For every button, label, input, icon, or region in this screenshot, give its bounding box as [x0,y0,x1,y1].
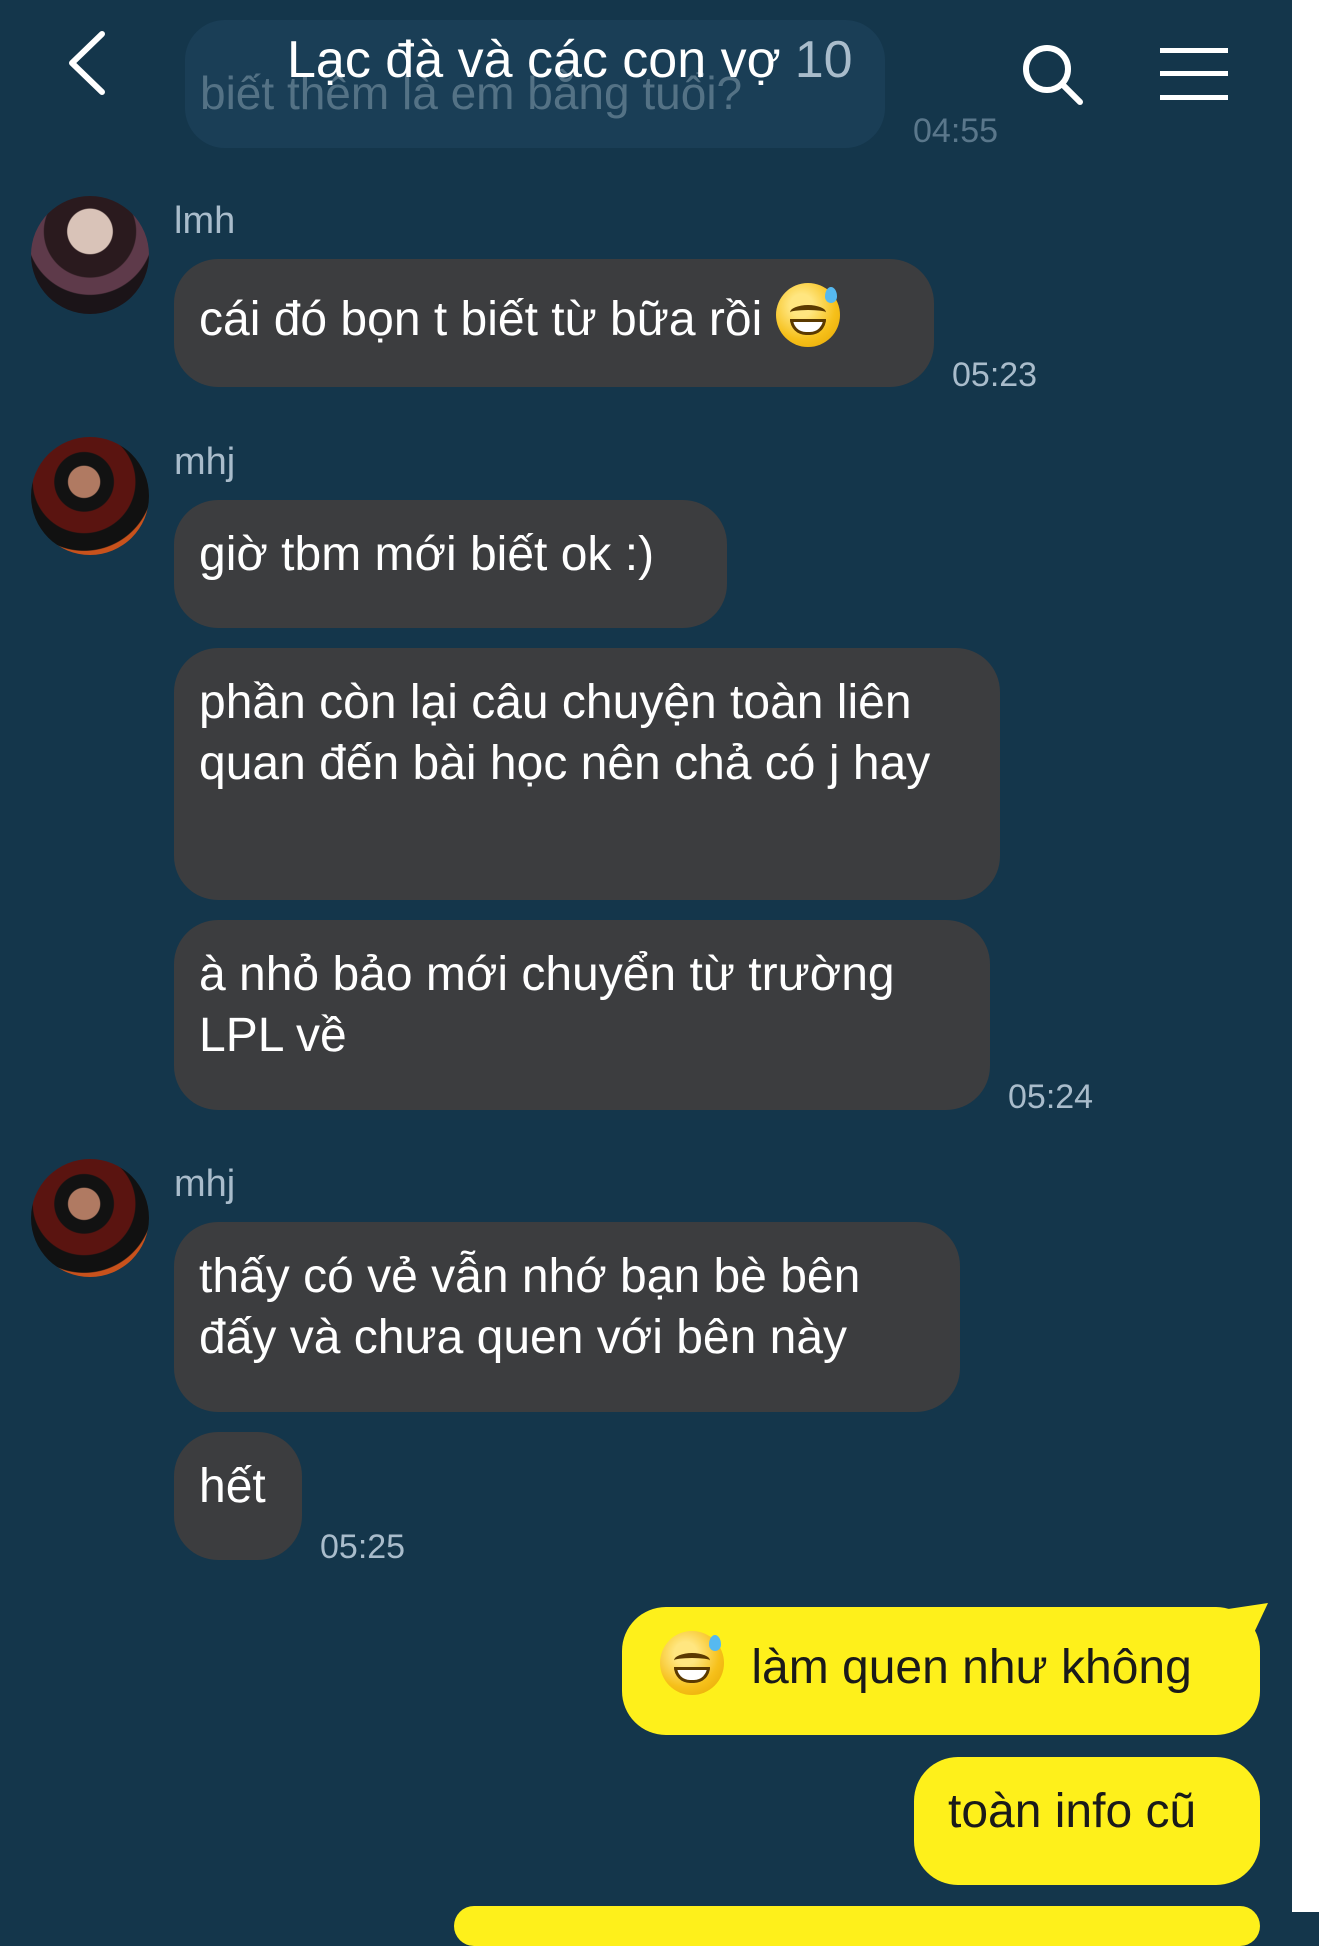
avatar-mhj[interactable] [31,1159,149,1277]
menu-button[interactable] [1158,46,1230,102]
screen-edge [1292,0,1319,1912]
chevron-left-icon [69,31,105,95]
message-time: 05:25 [320,1528,406,1566]
sender-name: lmh [174,200,236,242]
my-message-bubble[interactable]: toàn info cũ [914,1757,1260,1885]
search-icon [1023,45,1083,105]
message-bubble[interactable]: hết [174,1432,302,1560]
sender-name: mhj [174,1163,236,1205]
message-bubble[interactable]: cái đó bọn t biết từ bữa rồi [174,259,934,387]
chat-title-text: Lạc đà và các con vợ [287,31,781,89]
chat-header: biết thêm là em bằng tuổi? 04:55 Lạc đà … [0,0,1292,150]
message-text: làm quen như không [751,1641,1192,1694]
search-button[interactable] [1020,42,1086,108]
avatar-lmh[interactable] [31,196,149,314]
scrolled-message-time: 04:55 [913,112,999,150]
hamburger-menu-icon [1160,48,1228,100]
message-bubble[interactable]: phần còn lại câu chuyện toàn liên quan đ… [174,648,1000,900]
message-text: toàn info cũ [948,1785,1197,1838]
my-message-bubble[interactable]: làm quen như không [622,1607,1260,1735]
message-text: à nhỏ bảo mới chuyển từ trường LPL về [199,948,895,1062]
my-message-bubble-partial[interactable] [454,1906,1260,1946]
sender-name: mhj [174,441,236,483]
message-bubble[interactable]: à nhỏ bảo mới chuyển từ trường LPL về [174,920,990,1110]
message-bubble[interactable]: thấy có vẻ vẫn nhớ bạn bè bên đấy và chư… [174,1222,960,1412]
grinning-sweat-emoji-icon [775,283,840,347]
chat-title: Lạc đà và các con vợ 10 [287,30,853,90]
message-time: 05:24 [1008,1078,1094,1116]
message-text: cái đó bọn t biết từ bữa rồi [199,293,763,346]
message-text: hết [199,1460,266,1513]
member-count: 10 [794,31,853,89]
message-text: phần còn lại câu chuyện toàn liên quan đ… [199,676,931,790]
back-button[interactable] [60,28,120,98]
message-bubble[interactable]: giờ tbm mới biết ok :) [174,500,727,628]
bubble-tail [1228,1603,1268,1637]
avatar-mhj[interactable] [31,437,149,555]
grinning-sweat-emoji-icon [660,1631,724,1695]
message-text: thấy có vẻ vẫn nhớ bạn bè bên đấy và chư… [199,1250,861,1364]
message-time: 05:23 [952,356,1038,394]
message-text: giờ tbm mới biết ok :) [199,528,655,581]
